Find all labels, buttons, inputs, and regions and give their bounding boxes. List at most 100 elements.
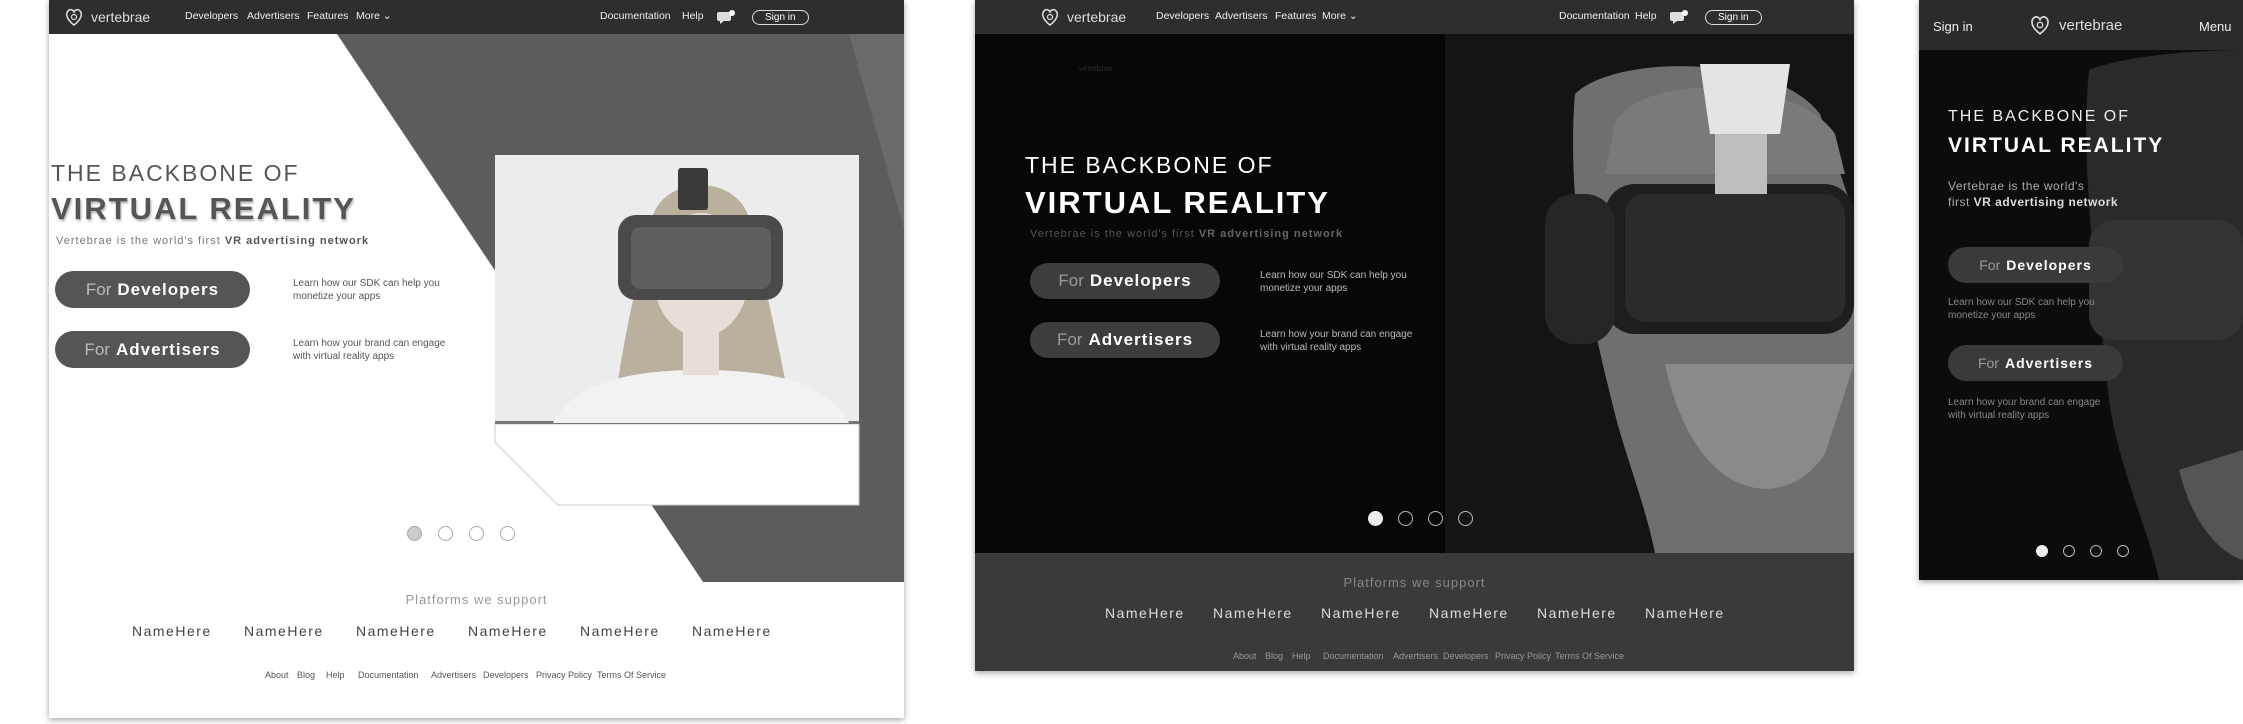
nav-features[interactable]: Features xyxy=(1275,10,1316,22)
footer-privacy[interactable]: Privacy Policy xyxy=(536,670,592,680)
platforms-heading: Platforms we support xyxy=(405,592,548,607)
platform-name: NameHere xyxy=(1645,605,1725,621)
for-advertisers-button[interactable]: For Advertisers xyxy=(1948,345,2123,381)
carousel-dot-4[interactable] xyxy=(1458,511,1473,526)
advertisers-description: Learn how your brand can engage with vir… xyxy=(1260,328,1412,354)
adv-desc-line2: with virtual reality apps xyxy=(293,351,395,362)
dev-desc-line2: monetize your apps xyxy=(1948,310,2036,321)
dev-desc-line2: monetize your apps xyxy=(1260,283,1348,294)
developers-description: Learn how our SDK can help you monetize … xyxy=(293,277,440,303)
footer-documentation[interactable]: Documentation xyxy=(358,670,419,680)
for-label: For xyxy=(1056,330,1083,349)
footer-blog[interactable]: Blog xyxy=(1265,651,1283,661)
developers-label: Developers xyxy=(117,279,220,299)
platform-name: NameHere xyxy=(132,623,212,639)
chat-icon[interactable] xyxy=(1669,9,1689,28)
brand-logo[interactable]: vertebrae xyxy=(2027,14,2122,36)
vertebrae-logo-icon xyxy=(65,8,83,26)
for-developers-button[interactable]: For Developers xyxy=(1948,247,2123,283)
brand-logo[interactable]: vertebrae xyxy=(63,7,150,27)
platform-name: NameHere xyxy=(244,623,324,639)
advertisers-label: Advertisers xyxy=(1088,330,1194,349)
hero-kicker: THE BACKBONE OF xyxy=(1025,152,1274,178)
footer-terms[interactable]: Terms Of Service xyxy=(597,670,666,680)
chevron-down-icon: ⌄ xyxy=(1348,10,1358,22)
nav-documentation[interactable]: Documentation xyxy=(1559,10,1630,22)
nav-features[interactable]: Features xyxy=(307,10,348,22)
footer-privacy[interactable]: Privacy Policy xyxy=(1495,651,1551,661)
hero-title: VIRTUAL REALITY xyxy=(51,191,356,226)
footer-developers[interactable]: Developers xyxy=(1443,651,1489,661)
carousel-dot-2[interactable] xyxy=(438,526,453,541)
nav-advertisers[interactable]: Advertisers xyxy=(1215,10,1268,22)
nav-more[interactable]: More ⌄ xyxy=(356,10,392,22)
footer-terms[interactable]: Terms Of Service xyxy=(1555,651,1624,661)
advertisers-label: Advertisers xyxy=(115,339,221,359)
carousel-dot-3[interactable] xyxy=(469,526,484,541)
footer-help[interactable]: Help xyxy=(1292,651,1311,661)
platform-name: NameHere xyxy=(692,623,772,639)
for-label: For xyxy=(1979,257,2001,273)
mobile-sign-in-link[interactable]: Sign in xyxy=(1933,19,1973,34)
for-label: For xyxy=(1977,355,1999,371)
developers-label: Developers xyxy=(2006,257,2092,273)
nav-more[interactable]: More ⌄ xyxy=(1322,10,1358,22)
for-label: For xyxy=(1058,271,1084,290)
footer-about[interactable]: About xyxy=(1233,651,1257,661)
platform-name: NameHere xyxy=(1537,605,1617,621)
dev-desc-line2: monetize your apps xyxy=(293,291,381,302)
carousel-dot-4[interactable] xyxy=(500,526,515,541)
hero-subtitle-strong: VR advertising network xyxy=(1198,228,1344,240)
advertisers-description: Learn how your brand can engage with vir… xyxy=(1948,396,2100,422)
footer-blog[interactable]: Blog xyxy=(297,670,315,680)
nav-help[interactable]: Help xyxy=(1635,10,1657,22)
adv-desc-line2: with virtual reality apps xyxy=(1948,410,2050,421)
sign-in-button[interactable]: Sign in xyxy=(752,10,809,25)
developers-description: Learn how our SDK can help you monetize … xyxy=(1948,296,2095,322)
footer-help[interactable]: Help xyxy=(326,670,345,680)
platform-name: NameHere xyxy=(1429,605,1509,621)
brand-logo[interactable]: vertebrae xyxy=(1039,7,1126,27)
nav-more-label: More xyxy=(356,10,380,22)
footer-advertisers[interactable]: Advertisers xyxy=(431,670,476,680)
for-advertisers-button[interactable]: For Advertisers xyxy=(1030,322,1220,358)
carousel-dot-1[interactable] xyxy=(2036,545,2048,557)
sign-in-button[interactable]: Sign in xyxy=(1705,10,1762,25)
top-nav: vertebrae Developers Advertisers Feature… xyxy=(975,0,1854,34)
footer-advertisers[interactable]: Advertisers xyxy=(1393,651,1438,661)
hero-kicker: THE BACKBONE OF xyxy=(1948,108,2131,125)
carousel-dot-4[interactable] xyxy=(2117,545,2129,557)
nav-help[interactable]: Help xyxy=(682,10,704,22)
vertebrae-logo-icon xyxy=(1041,8,1059,26)
platform-name: NameHere xyxy=(580,623,660,639)
hero-subtitle: Vertebrae is the world's first VR advert… xyxy=(56,235,369,247)
carousel-dot-3[interactable] xyxy=(2090,545,2102,557)
carousel-dot-3[interactable] xyxy=(1428,511,1443,526)
carousel-dot-1[interactable] xyxy=(1368,511,1383,526)
chat-icon[interactable] xyxy=(716,9,736,28)
footer-documentation[interactable]: Documentation xyxy=(1323,651,1384,661)
dev-desc-line1: Learn how our SDK can help you xyxy=(1948,297,2095,308)
adv-desc-line1: Learn how your brand can engage xyxy=(293,338,446,349)
footer-developers[interactable]: Developers xyxy=(483,670,529,680)
for-developers-button[interactable]: For Developers xyxy=(1030,263,1220,299)
screen-dark: vertebrae Developers Advertisers Feature… xyxy=(975,0,1854,671)
nav-developers[interactable]: Developers xyxy=(1156,10,1209,22)
developers-description: Learn how our SDK can help you monetize … xyxy=(1260,269,1407,295)
mobile-menu-button[interactable]: Menu xyxy=(2199,19,2232,34)
carousel-dot-2[interactable] xyxy=(2063,545,2075,557)
platform-name: NameHere xyxy=(468,623,548,639)
vertebrae-logo-icon xyxy=(2031,16,2049,35)
screen-light: vertebrae Developers Advertisers Feature… xyxy=(49,0,904,718)
nav-advertisers[interactable]: Advertisers xyxy=(247,10,300,22)
nav-documentation[interactable]: Documentation xyxy=(600,10,671,22)
for-developers-button[interactable]: For Developers xyxy=(55,271,250,308)
chevron-down-icon: ⌄ xyxy=(382,10,392,22)
dev-desc-line1: Learn how our SDK can help you xyxy=(1260,270,1407,281)
for-advertisers-button[interactable]: For Advertisers xyxy=(55,331,250,368)
adv-desc-line2: with virtual reality apps xyxy=(1260,342,1362,353)
footer-about[interactable]: About xyxy=(265,670,289,680)
nav-developers[interactable]: Developers xyxy=(185,10,238,22)
carousel-dot-1[interactable] xyxy=(407,526,422,541)
carousel-dot-2[interactable] xyxy=(1398,511,1413,526)
